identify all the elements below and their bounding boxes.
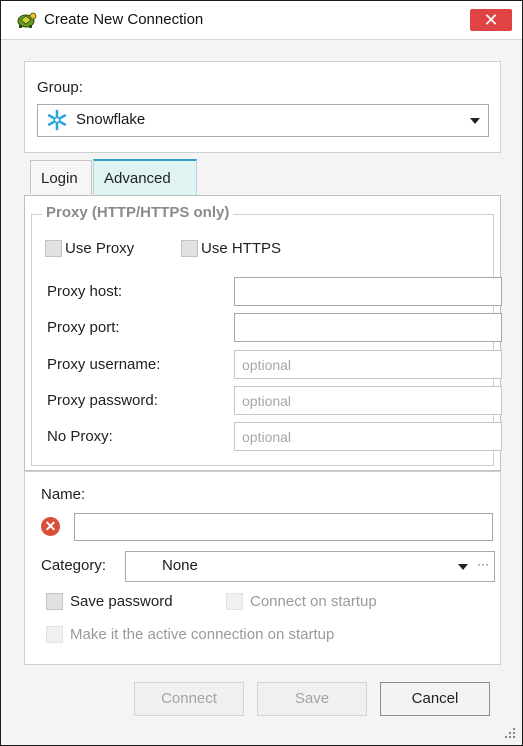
connection-name-input[interactable] bbox=[74, 513, 493, 541]
cancel-button[interactable]: Cancel bbox=[380, 682, 490, 716]
title-bar: Create New Connection ✕ bbox=[1, 1, 522, 40]
more-icon[interactable]: ··· bbox=[477, 557, 489, 571]
make-active-label: Make it the active connection on startup bbox=[70, 626, 335, 643]
group-panel: Group: Snowflake bbox=[24, 61, 501, 153]
tab-advanced-label: Advanced bbox=[104, 170, 171, 187]
turtle-icon bbox=[17, 12, 37, 28]
category-select[interactable]: None ··· bbox=[125, 551, 495, 582]
save-password-label: Save password bbox=[70, 593, 173, 610]
window-title: Create New Connection bbox=[44, 11, 204, 28]
group-label: Group: bbox=[37, 79, 83, 96]
proxy-groupbox: Proxy (HTTP/HTTPS only) Use Proxy Use HT… bbox=[31, 204, 502, 466]
resize-grip-icon[interactable] bbox=[503, 726, 517, 740]
proxy-password-input[interactable] bbox=[234, 386, 502, 415]
group-selected-value: Snowflake bbox=[76, 111, 146, 128]
connection-details-panel: Name: ✕ Category: None ··· Save password… bbox=[24, 471, 501, 665]
no-proxy-input[interactable] bbox=[234, 422, 502, 451]
use-https-checkbox[interactable] bbox=[181, 240, 198, 257]
close-button[interactable]: ✕ bbox=[470, 9, 512, 31]
tab-login[interactable]: Login bbox=[30, 160, 92, 194]
connect-button[interactable]: Connect bbox=[134, 682, 244, 716]
make-active-checkbox[interactable] bbox=[46, 626, 63, 643]
proxy-host-label: Proxy host: bbox=[47, 283, 123, 300]
close-icon: ✕ bbox=[483, 10, 499, 30]
name-label: Name: bbox=[41, 486, 86, 503]
tab-login-label: Login bbox=[41, 170, 78, 187]
proxy-username-input[interactable] bbox=[234, 350, 502, 379]
create-connection-dialog: Create New Connection ✕ Group: Snowflake… bbox=[0, 0, 523, 746]
connect-on-startup-label: Connect on startup bbox=[250, 593, 377, 610]
error-glyph: ✕ bbox=[44, 518, 57, 534]
proxy-username-label: Proxy username: bbox=[47, 356, 161, 373]
use-proxy-checkbox[interactable] bbox=[45, 240, 62, 257]
save-button[interactable]: Save bbox=[257, 682, 367, 716]
use-https-label: Use HTTPS bbox=[201, 240, 282, 257]
chevron-down-icon bbox=[470, 117, 480, 124]
error-icon: ✕ bbox=[41, 517, 60, 536]
chevron-down-icon bbox=[458, 563, 468, 570]
category-label: Category: bbox=[41, 557, 107, 574]
proxy-port-label: Proxy port: bbox=[47, 319, 120, 336]
save-password-checkbox[interactable] bbox=[46, 593, 63, 610]
proxy-groupbox-title: Proxy (HTTP/HTTPS only) bbox=[42, 204, 234, 221]
advanced-tab-panel: Proxy (HTTP/HTTPS only) Use Proxy Use HT… bbox=[24, 195, 502, 471]
connect-on-startup-checkbox[interactable] bbox=[226, 593, 243, 610]
proxy-port-input[interactable] bbox=[234, 313, 502, 342]
proxy-host-input[interactable] bbox=[234, 277, 502, 306]
snowflake-icon bbox=[47, 109, 67, 131]
group-select[interactable]: Snowflake bbox=[37, 104, 489, 137]
proxy-password-label: Proxy password: bbox=[47, 392, 158, 409]
tab-advanced[interactable]: Advanced bbox=[93, 159, 197, 195]
category-selected-value: None bbox=[162, 557, 198, 574]
no-proxy-label: No Proxy: bbox=[47, 428, 113, 445]
use-proxy-label: Use Proxy bbox=[65, 240, 135, 257]
